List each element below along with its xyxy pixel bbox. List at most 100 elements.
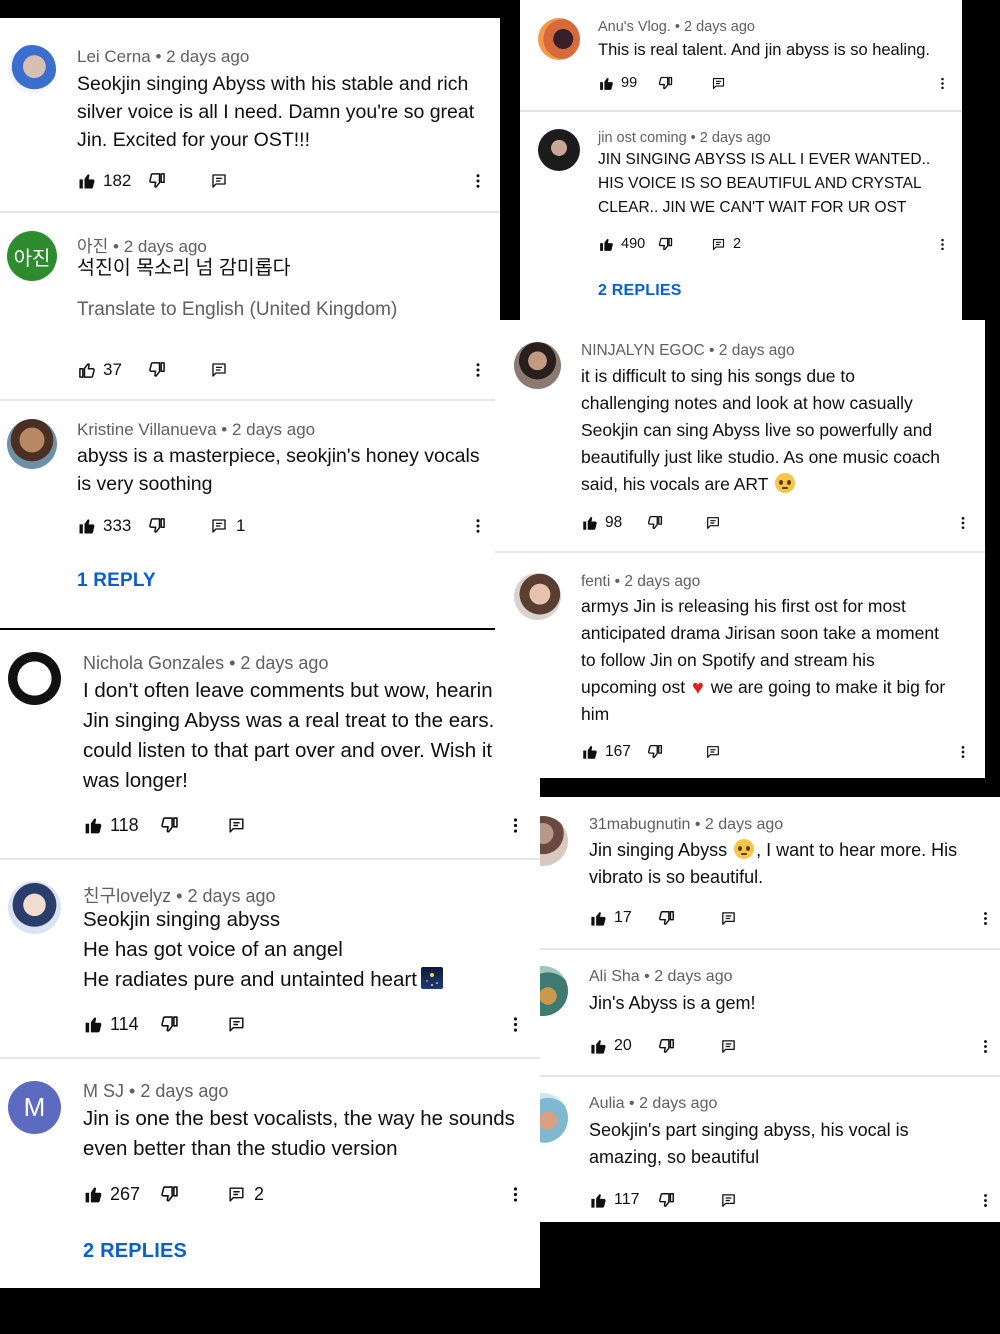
- night-sky-emoji-icon: [420, 967, 443, 989]
- dislike-button[interactable]: [646, 510, 664, 536]
- comment-author[interactable]: Lei Cerna: [77, 47, 151, 66]
- comment-line: This is real talent. And jin abyss is so…: [598, 41, 931, 59]
- comment-author[interactable]: Aulia: [589, 1095, 625, 1112]
- more-options-button[interactable]: [468, 167, 488, 195]
- avatar[interactable]: [540, 1093, 568, 1143]
- avatar[interactable]: [7, 419, 57, 469]
- comment-author[interactable]: Anu's Vlog.: [598, 19, 671, 35]
- dislike-button[interactable]: [657, 71, 674, 95]
- comment-actions: 182: [77, 167, 497, 195]
- like-button[interactable]: 333: [77, 512, 131, 540]
- avatar[interactable]: [8, 652, 61, 705]
- comment-author[interactable]: 31mabugnutin: [589, 816, 690, 833]
- more-options-button[interactable]: [505, 811, 525, 839]
- reply-button[interactable]: 1: [210, 512, 245, 540]
- comment-author[interactable]: NINJALYN EGOC: [581, 342, 705, 359]
- dislike-button[interactable]: [159, 811, 180, 839]
- more-options-button[interactable]: [975, 1187, 995, 1213]
- dislike-button[interactable]: [657, 1187, 676, 1213]
- more-options-button[interactable]: [975, 905, 995, 931]
- meta-separator: •: [216, 420, 232, 439]
- view-replies-link[interactable]: 2 REPLIES: [83, 1240, 187, 1263]
- thumb-down-icon: [147, 360, 167, 380]
- reply-button[interactable]: [210, 167, 228, 195]
- reply-button[interactable]: [720, 1187, 737, 1213]
- comment-author[interactable]: fenti: [581, 573, 610, 590]
- comment-author[interactable]: 친구lovelyz: [83, 886, 171, 906]
- comment-line-text: Jin singing Abyss: [589, 840, 728, 860]
- comment-text: I don't often leave comments but wow, he…: [83, 676, 494, 796]
- dislike-button[interactable]: [657, 232, 674, 256]
- reply-button[interactable]: [720, 905, 737, 931]
- comment-line: could listen to that part over and over.…: [83, 739, 493, 762]
- like-button[interactable]: 118: [83, 811, 139, 839]
- like-button[interactable]: 37: [77, 356, 122, 384]
- more-vert-icon: [977, 1038, 994, 1055]
- dislike-button[interactable]: [657, 905, 676, 931]
- comment-meta: M SJ • 2 days ago: [83, 1081, 228, 1102]
- like-button[interactable]: 20: [589, 1033, 632, 1059]
- dislike-button[interactable]: [147, 356, 167, 384]
- view-replies-link[interactable]: 1 REPLY: [77, 570, 156, 592]
- view-replies-link[interactable]: 2 REPLIES: [598, 282, 682, 300]
- dislike-button[interactable]: [657, 1033, 676, 1059]
- avatar[interactable]: [8, 45, 56, 93]
- comment-author[interactable]: Ali Sha: [589, 968, 640, 985]
- reply-button[interactable]: 2: [227, 1180, 264, 1208]
- avatar[interactable]: [538, 129, 580, 171]
- like-button[interactable]: 17: [589, 905, 632, 931]
- dislike-button[interactable]: [159, 1010, 180, 1038]
- avatar[interactable]: M: [8, 1081, 61, 1134]
- comment-line: HIS VOICE IS SO BEAUTIFUL AND CRYSTAL: [598, 175, 922, 192]
- more-options-button[interactable]: [468, 512, 488, 540]
- dislike-button[interactable]: [147, 512, 167, 540]
- more-options-button[interactable]: [932, 71, 952, 95]
- like-button[interactable]: 99: [598, 71, 637, 95]
- like-button[interactable]: 98: [581, 510, 622, 536]
- comment-author[interactable]: Nichola Gonzales: [83, 653, 224, 673]
- comment-author[interactable]: M SJ: [83, 1081, 124, 1101]
- avatar[interactable]: 아진: [7, 231, 57, 281]
- more-options-button[interactable]: [468, 356, 488, 384]
- reply-button[interactable]: [705, 510, 721, 536]
- like-button[interactable]: 267: [83, 1180, 140, 1208]
- comment-line: JIN SINGING ABYSS IS ALL I EVER WANTED..: [598, 151, 931, 168]
- like-button[interactable]: 490: [598, 232, 645, 256]
- reply-button[interactable]: [705, 739, 721, 765]
- reply-button[interactable]: 2: [711, 232, 741, 256]
- more-vert-icon: [955, 744, 971, 760]
- comment-time: 2 days ago: [140, 1081, 229, 1101]
- more-vert-icon: [935, 237, 950, 252]
- comment-line: Jin's Abyss is a gem!: [589, 993, 756, 1013]
- reply-button[interactable]: [711, 71, 726, 95]
- reply-button[interactable]: [227, 1010, 246, 1038]
- comment-line: abyss is a masterpiece, seokjin's honey …: [77, 445, 480, 467]
- avatar[interactable]: [8, 881, 61, 934]
- like-button[interactable]: 182: [77, 167, 131, 195]
- reply-button[interactable]: [227, 811, 246, 839]
- avatar[interactable]: [514, 342, 561, 389]
- translate-link[interactable]: Translate to English (United Kingdom): [77, 299, 397, 321]
- avatar[interactable]: [540, 966, 568, 1016]
- more-options-button[interactable]: [975, 1033, 995, 1059]
- avatar[interactable]: [540, 816, 568, 866]
- avatar-initials: M: [23, 1092, 46, 1122]
- comment-author[interactable]: Kristine Villanueva: [77, 420, 217, 439]
- avatar[interactable]: [538, 18, 580, 60]
- dislike-button[interactable]: [147, 167, 167, 195]
- more-options-button[interactable]: [505, 1180, 525, 1208]
- dislike-button[interactable]: [159, 1180, 180, 1208]
- dislike-button[interactable]: [646, 739, 664, 765]
- like-button[interactable]: 114: [83, 1010, 139, 1038]
- reply-button[interactable]: [720, 1033, 737, 1059]
- more-options-button[interactable]: [932, 232, 952, 256]
- avatar[interactable]: [514, 573, 561, 620]
- more-options-button[interactable]: [953, 510, 973, 536]
- comment-text: Seokjin singing abyss He has got voice o…: [83, 905, 443, 995]
- more-options-button[interactable]: [505, 1010, 525, 1038]
- like-button[interactable]: 167: [581, 739, 631, 765]
- like-button[interactable]: 117: [589, 1187, 640, 1213]
- comment-author[interactable]: jin ost coming: [598, 130, 687, 146]
- reply-button[interactable]: [210, 356, 228, 384]
- more-options-button[interactable]: [953, 739, 973, 765]
